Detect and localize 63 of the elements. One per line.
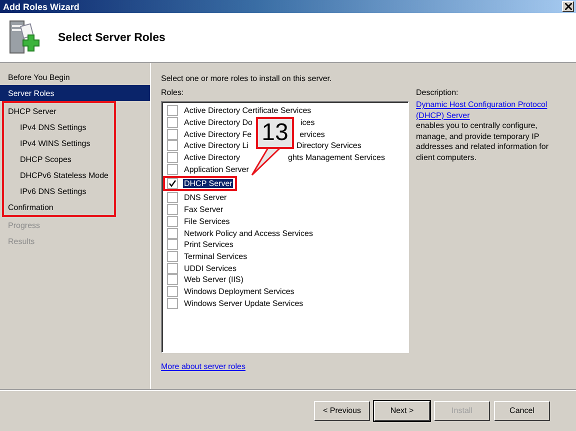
role-label[interactable]: Network Policy and Access Services <box>183 228 314 238</box>
wizard-button[interactable]: Cancel <box>494 400 550 420</box>
role-label[interactable]: Application Server <box>183 164 250 174</box>
description-text: Dynamic Host Configuration Protocol (DHCP) Server enables you to centrally configure, manage, and provide temporary IP addresses and related information for client computers. <box>416 100 566 163</box>
checkbox[interactable] <box>167 128 178 140</box>
server-add-icon <box>8 18 40 56</box>
sidebar-item[interactable]: IPv4 DNS Settings <box>4 119 114 135</box>
sidebar-item[interactable]: IPv4 WINS Settings <box>4 135 114 151</box>
role-label[interactable]: Terminal Services <box>183 252 248 261</box>
checkbox[interactable] <box>167 216 178 227</box>
sidebar-item[interactable]: DHCP Server <box>4 103 114 119</box>
role-label[interactable]: Active Directory Li <box>183 141 250 150</box>
checkbox[interactable] <box>167 204 178 216</box>
role-label[interactable]: Active Directory Fe <box>183 130 253 139</box>
window-title: Add Roles Wizard <box>3 2 80 12</box>
role-label[interactable]: Directory Services <box>295 141 362 150</box>
role-label[interactable]: Active Directory Do <box>183 118 254 128</box>
checkbox[interactable] <box>167 192 178 204</box>
role-label[interactable]: Active Directory <box>183 153 242 162</box>
role-label[interactable]: Windows Deployment Services <box>183 286 296 296</box>
checkbox[interactable] <box>167 178 178 190</box>
checkbox[interactable] <box>167 298 178 309</box>
wizard-button[interactable]: < Previous <box>314 400 370 420</box>
role-label[interactable]: ices <box>299 118 316 128</box>
close-icon <box>564 3 572 10</box>
step-callout: 13 <box>256 117 294 149</box>
sidebar-item[interactable]: DHCP Scopes <box>4 151 114 167</box>
checkbox[interactable] <box>167 117 178 128</box>
instructions-text: Select one or more roles to install on this server. <box>161 74 333 83</box>
role-label[interactable]: ervices <box>298 130 326 139</box>
checkbox[interactable] <box>167 250 178 262</box>
checkbox[interactable] <box>167 274 178 286</box>
role-label[interactable]: Windows Server Update Services <box>183 298 304 308</box>
check-icon <box>169 180 176 188</box>
sidebar-item[interactable]: DHCPv6 Stateless Mode <box>4 167 114 183</box>
checkbox[interactable] <box>167 228 178 239</box>
dhcp-link[interactable]: Dynamic Host Configuration Protocol (DHCP) Server <box>416 100 566 121</box>
description-label: Description: <box>416 88 460 97</box>
sidebar-item[interactable]: IPv6 DNS Settings <box>4 183 114 199</box>
sidebar-item[interactable]: Server Roles <box>0 85 150 101</box>
role-label[interactable]: Fax Server <box>183 205 224 214</box>
sidebar-item[interactable]: Confirmation <box>4 199 114 215</box>
checkbox[interactable] <box>167 164 178 175</box>
checkbox[interactable] <box>167 286 178 297</box>
roles-label: Roles: <box>161 88 185 97</box>
page-title: Select Server Roles <box>58 32 166 44</box>
role-label[interactable]: Web Server (IIS) <box>183 275 244 284</box>
role-label[interactable]: File Services <box>183 216 231 226</box>
wizard-button[interactable]: Next > <box>374 400 430 420</box>
role-label[interactable]: DNS Server <box>183 193 228 202</box>
role-label[interactable]: Print Services <box>183 240 234 250</box>
checkbox[interactable] <box>167 152 178 164</box>
close-button[interactable] <box>562 1 574 12</box>
role-label[interactable]: Active Directory Certificate Services <box>183 106 312 116</box>
more-link[interactable]: More about server roles <box>161 362 411 371</box>
sidebar-item[interactable]: Before You Begin <box>0 69 150 85</box>
checkbox[interactable] <box>167 262 178 274</box>
role-label[interactable]: DHCP Server <box>183 179 234 188</box>
role-label[interactable]: ghts Management Services <box>287 153 386 162</box>
checkbox[interactable] <box>167 239 178 250</box>
role-label[interactable]: UDDI Services <box>183 264 238 273</box>
checkbox[interactable] <box>167 105 178 116</box>
checkbox[interactable] <box>167 140 178 152</box>
